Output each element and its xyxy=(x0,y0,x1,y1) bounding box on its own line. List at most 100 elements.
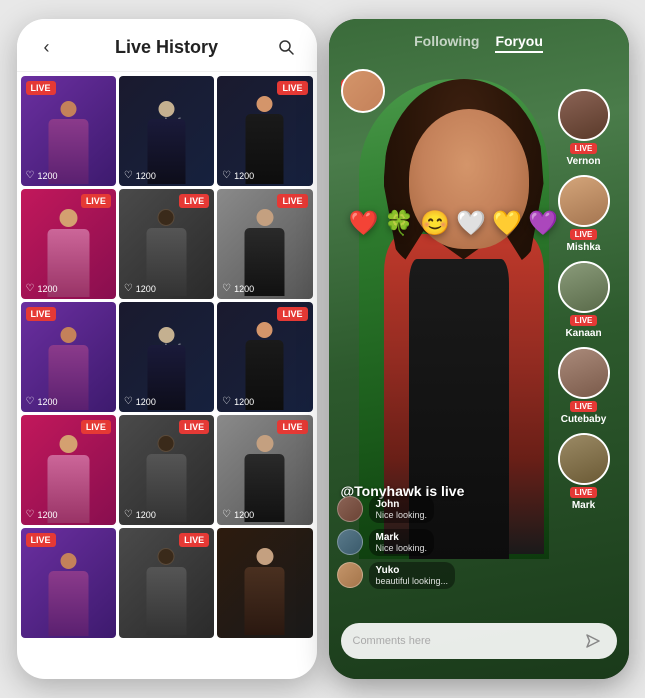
comments-section: John Nice looking. Mark Nice looking. Yu… xyxy=(337,496,529,589)
side-user-item[interactable]: Live Mishka xyxy=(558,175,610,253)
video-cell[interactable]: Live ♡1200 xyxy=(217,415,312,525)
live-badge: Live xyxy=(81,194,111,208)
commenter-name: Yuko xyxy=(376,565,449,576)
like-count: ♡1200 xyxy=(222,509,254,520)
video-cell[interactable]: val oftivity ♡1200 xyxy=(119,302,214,412)
like-count: ♡1200 xyxy=(26,170,58,181)
video-cell[interactable]: Live ♡1200 xyxy=(21,189,116,299)
comment-bubble: John Nice looking. xyxy=(369,496,435,523)
like-count: ♡1200 xyxy=(26,283,58,294)
side-username: Cutebaby xyxy=(561,414,607,425)
video-cell[interactable]: val oftivity ♡1200 xyxy=(119,76,214,186)
side-users-panel: Live Vernon Live Mishka Live Kanaan xyxy=(539,19,629,579)
right-phone: Following Foryou Live ❤️ 🍀 😊 🤍 💛 💜 xyxy=(329,19,629,679)
comment-text: beautiful looking... xyxy=(376,576,449,586)
user-avatar xyxy=(558,175,610,227)
send-icon xyxy=(585,633,601,649)
comment-avatar xyxy=(337,496,363,522)
live-badge: Live xyxy=(570,143,598,154)
live-badge: Live xyxy=(570,315,598,326)
reaction-clover: 🍀 xyxy=(384,209,414,238)
comment-text: Nice looking. xyxy=(376,543,428,553)
reaction-heart: ❤️ xyxy=(349,209,379,238)
tab-foryou[interactable]: Foryou xyxy=(495,33,542,53)
video-grid: Live ♡1200 val oftivity ♡1200 xyxy=(21,76,313,638)
side-user-item[interactable]: Live Vernon xyxy=(558,89,610,167)
side-username: Vernon xyxy=(567,156,601,167)
live-badge: Live xyxy=(570,401,598,412)
video-cell[interactable]: Live ♡1200 xyxy=(217,76,312,186)
live-badge: Live xyxy=(179,194,209,208)
live-badge: Live xyxy=(277,420,307,434)
tab-bar: Following Foryou xyxy=(341,33,617,53)
like-count: ♡1200 xyxy=(124,170,156,181)
commenter-name: Mark xyxy=(376,532,428,543)
like-count: ♡1200 xyxy=(26,509,58,520)
search-button[interactable] xyxy=(272,33,300,61)
live-badge: Live xyxy=(26,533,56,547)
reaction-white-heart: 🤍 xyxy=(456,209,486,238)
comment-placeholder: Comments here xyxy=(353,635,581,647)
live-badge: Live xyxy=(277,307,307,321)
like-count: ♡1200 xyxy=(26,396,58,407)
video-cell[interactable]: Live xyxy=(21,528,116,638)
live-badge: Live xyxy=(277,81,307,95)
live-badge: Live xyxy=(570,487,598,498)
like-count: ♡1200 xyxy=(124,509,156,520)
live-badge: Live xyxy=(81,420,111,434)
commenter-name: John xyxy=(376,499,428,510)
comment-text: Nice looking. xyxy=(376,510,428,520)
video-cell[interactable]: Live ♡1200 xyxy=(119,189,214,299)
comment-avatar xyxy=(337,562,363,588)
side-username: Kanaan xyxy=(565,328,601,339)
live-badge: Live xyxy=(277,194,307,208)
like-count: ♡1200 xyxy=(124,283,156,294)
video-grid-scroll[interactable]: Live ♡1200 val oftivity ♡1200 xyxy=(17,72,317,679)
comment-input-bar[interactable]: Comments here xyxy=(341,623,617,659)
comment-bubble: Mark Nice looking. xyxy=(369,529,435,556)
live-top-bar: Following Foryou xyxy=(329,19,629,61)
left-phone: ‹ Live History Live ♡1200 xyxy=(17,19,317,679)
comment-avatar xyxy=(337,529,363,555)
page-title: Live History xyxy=(115,37,218,58)
comment-item: Yuko beautiful looking... xyxy=(337,562,529,589)
video-cell[interactable]: Live xyxy=(119,528,214,638)
video-cell[interactable]: Live ♡1200 xyxy=(217,189,312,299)
live-badge: Live xyxy=(179,533,209,547)
left-phone-header: ‹ Live History xyxy=(17,19,317,72)
comment-item: John Nice looking. xyxy=(337,496,529,523)
side-user-item[interactable]: Live Kanaan xyxy=(558,261,610,339)
live-badge: Live xyxy=(570,229,598,240)
video-cell[interactable]: Live ♡1200 xyxy=(21,302,116,412)
video-cell[interactable]: Live ♡1200 xyxy=(119,415,214,525)
user-avatar xyxy=(558,261,610,313)
back-button[interactable]: ‹ xyxy=(33,33,61,61)
side-username: Mark xyxy=(572,500,595,511)
live-badge: Live xyxy=(26,81,56,95)
live-badge: Live xyxy=(26,307,56,321)
like-count: ♡1200 xyxy=(222,170,254,181)
video-cell[interactable] xyxy=(217,528,312,638)
side-username: Mishka xyxy=(567,242,601,253)
comment-bubble: Yuko beautiful looking... xyxy=(369,562,456,589)
tab-following[interactable]: Following xyxy=(414,33,479,53)
small-live-avatar[interactable] xyxy=(341,69,385,113)
like-count: ♡1200 xyxy=(222,396,254,407)
send-button[interactable] xyxy=(581,629,605,653)
search-icon xyxy=(278,39,294,55)
user-avatar xyxy=(558,89,610,141)
video-cell[interactable]: Live ♡1200 xyxy=(21,415,116,525)
video-cell[interactable]: Live ♡1200 xyxy=(21,76,116,186)
like-count: ♡1200 xyxy=(222,283,254,294)
video-cell[interactable]: Live ♡1200 xyxy=(217,302,312,412)
user-avatar xyxy=(558,347,610,399)
side-user-item[interactable]: Live Cutebaby xyxy=(558,347,610,425)
side-user-item[interactable]: Live Mark xyxy=(558,433,610,511)
live-badge: Live xyxy=(179,420,209,434)
like-count: ♡1200 xyxy=(124,396,156,407)
comment-item: Mark Nice looking. xyxy=(337,529,529,556)
user-avatar xyxy=(558,433,610,485)
reaction-smile: 😊 xyxy=(420,209,450,238)
reactions-area: ❤️ 🍀 😊 🤍 💛 💜 xyxy=(349,209,558,238)
reaction-gold-heart: 💛 xyxy=(492,209,522,238)
